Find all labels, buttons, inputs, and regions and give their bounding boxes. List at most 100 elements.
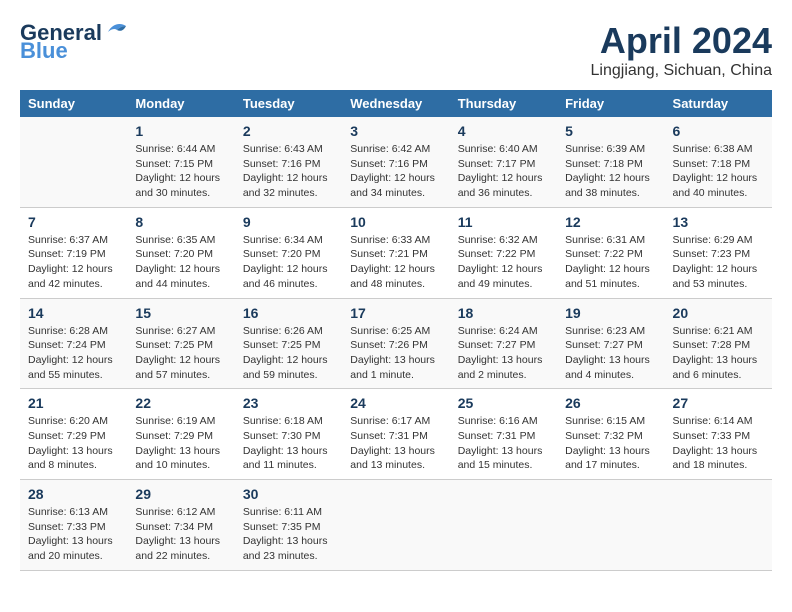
weekday-header: Sunday (20, 90, 127, 117)
calendar-cell: 29 Sunrise: 6:12 AMSunset: 7:34 PMDayligh… (127, 480, 234, 571)
calendar-cell: 1 Sunrise: 6:44 AMSunset: 7:15 PMDaylight… (127, 117, 234, 207)
cell-info: Sunrise: 6:12 AMSunset: 7:34 PMDaylight:… (135, 506, 220, 562)
cell-info: Sunrise: 6:43 AMSunset: 7:16 PMDaylight:… (243, 143, 328, 199)
cell-info: Sunrise: 6:37 AMSunset: 7:19 PMDaylight:… (28, 234, 113, 290)
calendar-row: 28 Sunrise: 6:13 AMSunset: 7:33 PMDayligh… (20, 480, 772, 571)
cell-info: Sunrise: 6:24 AMSunset: 7:27 PMDaylight:… (458, 325, 543, 381)
calendar-cell: 15Sunrise: 6:27 AMSunset: 7:25 PMDayligh… (127, 298, 234, 389)
cell-info: Sunrise: 6:16 AMSunset: 7:31 PMDaylight:… (458, 415, 543, 471)
day-number: 1 (135, 123, 226, 139)
cell-info: Sunrise: 6:23 AMSunset: 7:27 PMDaylight:… (565, 325, 650, 381)
day-number: 27 (673, 395, 764, 411)
calendar-cell: 25 Sunrise: 6:16 AMSunset: 7:31 PMDayligh… (450, 389, 557, 480)
calendar-row: 21 Sunrise: 6:20 AMSunset: 7:29 PMDayligh… (20, 389, 772, 480)
cell-info: Sunrise: 6:38 AMSunset: 7:18 PMDaylight:… (673, 143, 758, 199)
day-number: 19 (565, 305, 656, 321)
weekday-header: Tuesday (235, 90, 342, 117)
weekday-header: Thursday (450, 90, 557, 117)
day-number: 13 (673, 214, 764, 230)
cell-info: Sunrise: 6:32 AMSunset: 7:22 PMDaylight:… (458, 234, 543, 290)
cell-info: Sunrise: 6:15 AMSunset: 7:32 PMDaylight:… (565, 415, 650, 471)
cell-info: Sunrise: 6:42 AMSunset: 7:16 PMDaylight:… (350, 143, 435, 199)
calendar-cell (450, 480, 557, 571)
day-number: 4 (458, 123, 549, 139)
calendar-cell: 19 Sunrise: 6:23 AMSunset: 7:27 PMDayligh… (557, 298, 664, 389)
calendar-cell: 24 Sunrise: 6:17 AMSunset: 7:31 PMDayligh… (342, 389, 449, 480)
cell-info: Sunrise: 6:26 AMSunset: 7:25 PMDaylight:… (243, 325, 328, 381)
weekday-header: Friday (557, 90, 664, 117)
day-number: 21 (28, 395, 119, 411)
cell-info: Sunrise: 6:44 AMSunset: 7:15 PMDaylight:… (135, 143, 220, 199)
calendar-table: SundayMondayTuesdayWednesdayThursdayFrid… (20, 90, 772, 571)
calendar-cell: 28 Sunrise: 6:13 AMSunset: 7:33 PMDayligh… (20, 480, 127, 571)
day-number: 6 (673, 123, 764, 139)
calendar-row: 14 Sunrise: 6:28 AMSunset: 7:24 PMDayligh… (20, 298, 772, 389)
day-number: 18 (458, 305, 549, 321)
calendar-cell: 26 Sunrise: 6:15 AMSunset: 7:32 PMDayligh… (557, 389, 664, 480)
weekday-header: Monday (127, 90, 234, 117)
calendar-cell: 10Sunrise: 6:33 AMSunset: 7:21 PMDayligh… (342, 207, 449, 298)
calendar-cell: 17Sunrise: 6:25 AMSunset: 7:26 PMDayligh… (342, 298, 449, 389)
calendar-cell (20, 117, 127, 207)
calendar-cell: 4 Sunrise: 6:40 AMSunset: 7:17 PMDaylight… (450, 117, 557, 207)
cell-info: Sunrise: 6:29 AMSunset: 7:23 PMDaylight:… (673, 234, 758, 290)
cell-info: Sunrise: 6:14 AMSunset: 7:33 PMDaylight:… (673, 415, 758, 471)
day-number: 9 (243, 214, 334, 230)
cell-info: Sunrise: 6:34 AMSunset: 7:20 PMDaylight:… (243, 234, 328, 290)
calendar-cell: 27 Sunrise: 6:14 AMSunset: 7:33 PMDayligh… (665, 389, 772, 480)
page-header: General Blue April 2024 Lingjiang, Sichu… (20, 20, 772, 80)
logo-blue: Blue (20, 38, 68, 64)
calendar-cell: 5Sunrise: 6:39 AMSunset: 7:18 PMDaylight… (557, 117, 664, 207)
calendar-cell: 12 Sunrise: 6:31 AMSunset: 7:22 PMDayligh… (557, 207, 664, 298)
day-number: 20 (673, 305, 764, 321)
day-number: 25 (458, 395, 549, 411)
calendar-cell (665, 480, 772, 571)
day-number: 3 (350, 123, 441, 139)
cell-info: Sunrise: 6:20 AMSunset: 7:29 PMDaylight:… (28, 415, 113, 471)
calendar-body: 1 Sunrise: 6:44 AMSunset: 7:15 PMDaylight… (20, 117, 772, 570)
day-number: 29 (135, 486, 226, 502)
location-title: Lingjiang, Sichuan, China (591, 62, 772, 80)
cell-info: Sunrise: 6:40 AMSunset: 7:17 PMDaylight:… (458, 143, 543, 199)
day-number: 30 (243, 486, 334, 502)
title-section: April 2024 Lingjiang, Sichuan, China (591, 20, 772, 80)
day-number: 5 (565, 123, 656, 139)
cell-info: Sunrise: 6:17 AMSunset: 7:31 PMDaylight:… (350, 415, 435, 471)
calendar-header-row: SundayMondayTuesdayWednesdayThursdayFrid… (20, 90, 772, 117)
day-number: 11 (458, 214, 549, 230)
cell-info: Sunrise: 6:28 AMSunset: 7:24 PMDaylight:… (28, 325, 113, 381)
calendar-cell: 22 Sunrise: 6:19 AMSunset: 7:29 PMDayligh… (127, 389, 234, 480)
day-number: 14 (28, 305, 119, 321)
month-title: April 2024 (591, 20, 772, 62)
day-number: 12 (565, 214, 656, 230)
cell-info: Sunrise: 6:18 AMSunset: 7:30 PMDaylight:… (243, 415, 328, 471)
day-number: 16 (243, 305, 334, 321)
calendar-cell: 14 Sunrise: 6:28 AMSunset: 7:24 PMDayligh… (20, 298, 127, 389)
calendar-cell: 6 Sunrise: 6:38 AMSunset: 7:18 PMDaylight… (665, 117, 772, 207)
cell-info: Sunrise: 6:19 AMSunset: 7:29 PMDaylight:… (135, 415, 220, 471)
weekday-header: Wednesday (342, 90, 449, 117)
calendar-cell: 21 Sunrise: 6:20 AMSunset: 7:29 PMDayligh… (20, 389, 127, 480)
day-number: 8 (135, 214, 226, 230)
cell-info: Sunrise: 6:21 AMSunset: 7:28 PMDaylight:… (673, 325, 758, 381)
calendar-cell: 30Sunrise: 6:11 AMSunset: 7:35 PMDayligh… (235, 480, 342, 571)
day-number: 28 (28, 486, 119, 502)
day-number: 15 (135, 305, 226, 321)
logo: General Blue (20, 20, 128, 64)
day-number: 26 (565, 395, 656, 411)
cell-info: Sunrise: 6:13 AMSunset: 7:33 PMDaylight:… (28, 506, 113, 562)
calendar-cell (342, 480, 449, 571)
day-number: 7 (28, 214, 119, 230)
calendar-cell: 13 Sunrise: 6:29 AMSunset: 7:23 PMDayligh… (665, 207, 772, 298)
calendar-cell: 11 Sunrise: 6:32 AMSunset: 7:22 PMDayligh… (450, 207, 557, 298)
cell-info: Sunrise: 6:35 AMSunset: 7:20 PMDaylight:… (135, 234, 220, 290)
calendar-cell (557, 480, 664, 571)
cell-info: Sunrise: 6:31 AMSunset: 7:22 PMDaylight:… (565, 234, 650, 290)
calendar-cell: 7 Sunrise: 6:37 AMSunset: 7:19 PMDaylight… (20, 207, 127, 298)
day-number: 17 (350, 305, 441, 321)
calendar-row: 7 Sunrise: 6:37 AMSunset: 7:19 PMDaylight… (20, 207, 772, 298)
day-number: 24 (350, 395, 441, 411)
calendar-row: 1 Sunrise: 6:44 AMSunset: 7:15 PMDaylight… (20, 117, 772, 207)
calendar-cell: 18 Sunrise: 6:24 AMSunset: 7:27 PMDayligh… (450, 298, 557, 389)
day-number: 22 (135, 395, 226, 411)
